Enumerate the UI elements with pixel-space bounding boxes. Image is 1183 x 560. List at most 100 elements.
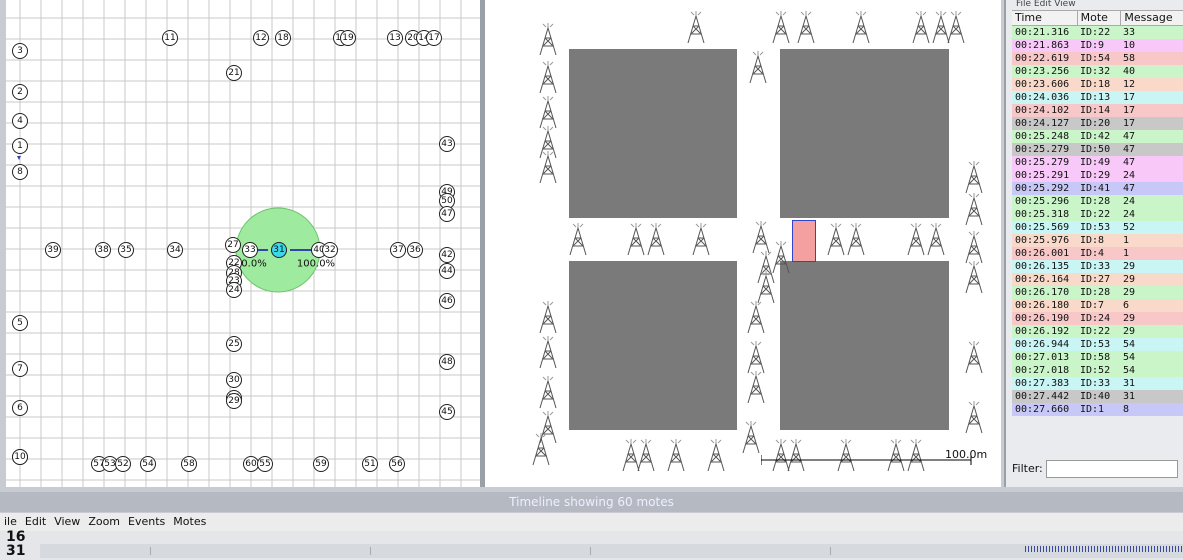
mote-48[interactable]: 48 (439, 354, 455, 370)
col-time[interactable]: Time (1012, 11, 1078, 25)
mote-39[interactable]: 39 (45, 242, 61, 258)
mote-38[interactable]: 38 (95, 242, 111, 258)
filter-input[interactable] (1046, 460, 1178, 478)
mote-25[interactable]: 25 (226, 336, 242, 352)
antenna-tower-icon (747, 301, 765, 334)
menu-edit[interactable]: Edit (21, 513, 50, 531)
mote-29[interactable]: 29 (226, 393, 242, 409)
mote-30[interactable]: 30 (226, 372, 242, 388)
log-row[interactable]: 00:25.296 ID:28 24 (1012, 195, 1183, 208)
log-row[interactable]: 00:26.190 ID:24 29 (1012, 312, 1183, 325)
col-mote[interactable]: Mote (1078, 11, 1122, 25)
mote-33[interactable]: 33 (242, 242, 258, 258)
log-row[interactable]: 00:25.318 ID:22 24 (1012, 208, 1183, 221)
mote-59[interactable]: 59 (313, 456, 329, 472)
mote-12[interactable]: 12 (253, 30, 269, 46)
mote-54[interactable]: 54 (140, 456, 156, 472)
log-row[interactable]: 00:24.127 ID:20 17 (1012, 117, 1183, 130)
timeline-lanes[interactable]: 16 31 (0, 530, 1183, 560)
mote-52[interactable]: 52 (115, 456, 131, 472)
selected-mote-highlight[interactable] (792, 220, 816, 262)
mote-36[interactable]: 36 (407, 242, 423, 258)
mote-44[interactable]: 44 (439, 263, 455, 279)
mote-45[interactable]: 45 (439, 404, 455, 420)
log-row[interactable]: 00:26.944 ID:53 54 (1012, 338, 1183, 351)
mote-10[interactable]: 10 (12, 449, 28, 465)
log-row[interactable]: 00:26.001 ID:4 1 (1012, 247, 1183, 260)
menu-zoom[interactable]: Zoom (84, 513, 124, 531)
mote-43[interactable]: 43 (439, 136, 455, 152)
mote-35[interactable]: 35 (118, 242, 134, 258)
menu-view[interactable]: View (50, 513, 84, 531)
mote-46[interactable]: 46 (439, 293, 455, 309)
antenna-tower-icon (742, 421, 760, 454)
mote-8[interactable]: 8 (12, 164, 28, 180)
log-row[interactable]: 00:25.291 ID:29 24 (1012, 169, 1183, 182)
log-row[interactable]: 00:26.135 ID:33 29 (1012, 260, 1183, 273)
mote-55[interactable]: 55 (257, 456, 273, 472)
map-view-panel[interactable]: 100.0m (485, 0, 1001, 487)
mote-2[interactable]: 2 (12, 84, 28, 100)
log-row[interactable]: 00:22.619 ID:54 58 (1012, 52, 1183, 65)
mote-34[interactable]: 34 (167, 242, 183, 258)
timeline-track[interactable] (40, 544, 1183, 558)
log-row[interactable]: 00:24.036 ID:13 17 (1012, 91, 1183, 104)
log-row[interactable]: 00:26.180 ID:7 6 (1012, 299, 1183, 312)
log-cell-time: 00:26.192 (1015, 326, 1070, 337)
log-row[interactable]: 00:23.606 ID:18 12 (1012, 78, 1183, 91)
mote-27[interactable]: 27 (225, 237, 241, 253)
mote-51[interactable]: 51 (362, 456, 378, 472)
mote-47[interactable]: 47 (439, 206, 455, 222)
mote-output-panel[interactable]: File Edit View Time Mote Message 00:21.3… (1004, 0, 1183, 487)
log-row[interactable]: 00:25.248 ID:42 47 (1012, 130, 1183, 143)
mote-32[interactable]: 32 (322, 242, 338, 258)
log-row[interactable]: 00:25.976 ID:8 1 (1012, 234, 1183, 247)
mote-4[interactable]: 4 (12, 113, 28, 129)
log-row[interactable]: 00:26.170 ID:28 29 (1012, 286, 1183, 299)
mote-18[interactable]: 18 (275, 30, 291, 46)
log-row[interactable]: 00:26.164 ID:27 29 (1012, 273, 1183, 286)
mote-21[interactable]: 21 (226, 65, 242, 81)
log-cell-msg: 17 (1123, 92, 1136, 103)
log-row[interactable]: 00:27.660 ID:1 8 (1012, 403, 1183, 416)
mote-3[interactable]: 3 (12, 43, 28, 59)
log-row[interactable]: 00:25.292 ID:41 47 (1012, 182, 1183, 195)
mote-5[interactable]: 5 (12, 315, 28, 331)
log-row[interactable]: 00:25.279 ID:49 47 (1012, 156, 1183, 169)
menu-events[interactable]: Events (124, 513, 169, 531)
log-menu[interactable]: File Edit View (1006, 0, 1183, 10)
mote-7[interactable]: 7 (12, 361, 28, 377)
log-cell-mote: ID:49 (1080, 157, 1111, 168)
log-cell-mote: ID:13 (1080, 92, 1111, 103)
log-row[interactable]: 00:27.383 ID:33 31 (1012, 377, 1183, 390)
log-row[interactable]: 00:27.013 ID:58 54 (1012, 351, 1183, 364)
network-view-panel[interactable]: 1234567891112181619132014172143495047393… (6, 0, 481, 487)
antenna-tower-icon (539, 376, 557, 409)
log-row[interactable]: 00:27.442 ID:40 31 (1012, 390, 1183, 403)
mote-19[interactable]: 19 (340, 30, 356, 46)
mote-11[interactable]: 11 (162, 30, 178, 46)
mote-6[interactable]: 6 (12, 400, 28, 416)
log-row[interactable]: 00:27.018 ID:52 54 (1012, 364, 1183, 377)
log-row[interactable]: 00:26.192 ID:22 29 (1012, 325, 1183, 338)
log-row[interactable]: 00:25.279 ID:50 47 (1012, 143, 1183, 156)
mote-56[interactable]: 56 (389, 456, 405, 472)
log-row[interactable]: 00:21.316 ID:22 33 (1012, 26, 1183, 39)
log-cell-time: 00:21.863 (1015, 40, 1070, 51)
mote-31[interactable]: 31 (271, 242, 287, 258)
mote-37[interactable]: 37 (390, 242, 406, 258)
log-row[interactable]: 00:24.102 ID:14 17 (1012, 104, 1183, 117)
log-row[interactable]: 00:21.863 ID:9 10 (1012, 39, 1183, 52)
mote-1[interactable]: 1 (12, 138, 28, 154)
log-row[interactable]: 00:25.569 ID:53 52 (1012, 221, 1183, 234)
mote-42[interactable]: 42 (439, 247, 455, 263)
timeline-tick (370, 547, 371, 555)
mote-58[interactable]: 58 (181, 456, 197, 472)
mote-17[interactable]: 17 (426, 30, 442, 46)
col-message[interactable]: Message (1121, 11, 1183, 25)
log-row[interactable]: 00:23.256 ID:32 40 (1012, 65, 1183, 78)
mote-13[interactable]: 13 (387, 30, 403, 46)
log-table-body[interactable]: 00:21.316 ID:22 33 00:21.863 ID:9 10 00:22.619… (1012, 26, 1183, 416)
menu-motes[interactable]: Motes (169, 513, 210, 531)
mote-24[interactable]: 24 (226, 282, 242, 298)
